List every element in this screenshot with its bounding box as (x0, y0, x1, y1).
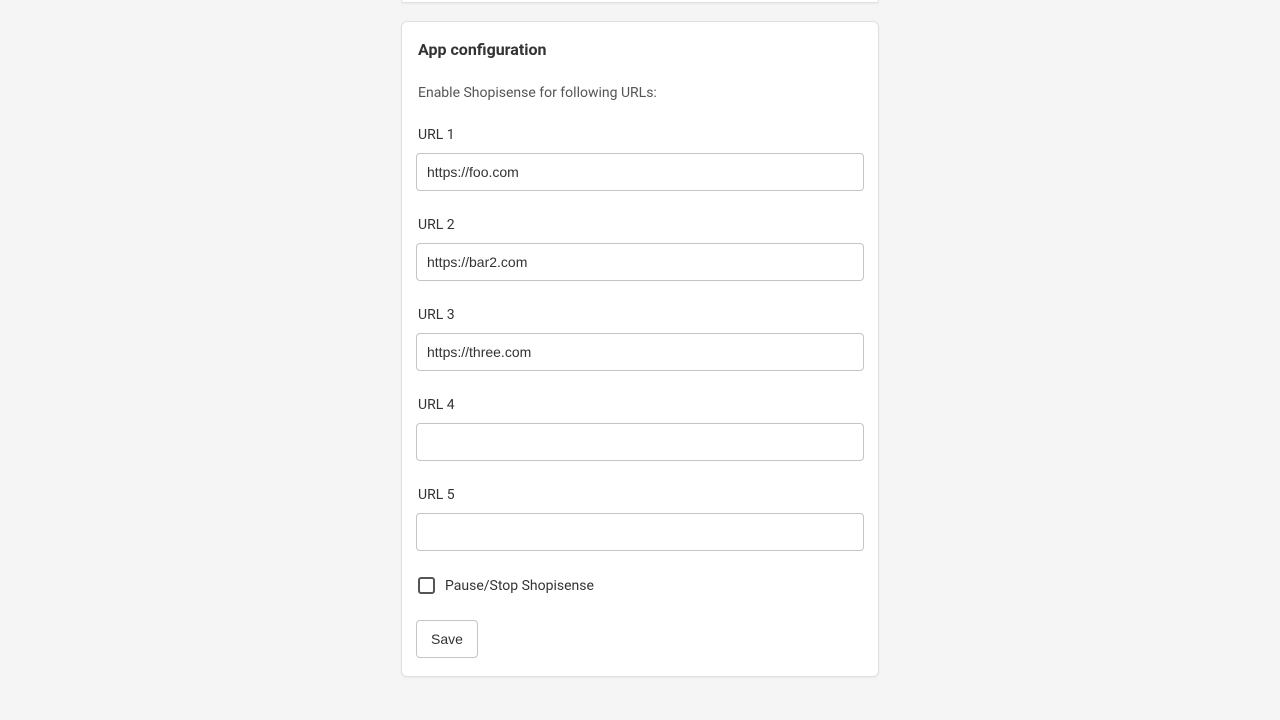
save-button[interactable]: Save (416, 620, 478, 658)
url-2-input[interactable] (416, 243, 864, 281)
pause-checkbox-label: Pause/Stop Shopisense (445, 578, 594, 594)
url-4-input[interactable] (416, 423, 864, 461)
url-field-1: URL 1 (416, 127, 864, 191)
url-field-4: URL 4 (416, 397, 864, 461)
url-field-5: URL 5 (416, 487, 864, 551)
url-1-input[interactable] (416, 153, 864, 191)
app-configuration-card: App configuration Enable Shopisense for … (401, 21, 879, 677)
url-2-label: URL 2 (416, 217, 864, 233)
card-description: Enable Shopisense for following URLs: (416, 85, 864, 101)
previous-card-bottom (401, 0, 879, 3)
url-1-label: URL 1 (416, 127, 864, 143)
url-5-label: URL 5 (416, 487, 864, 503)
url-3-input[interactable] (416, 333, 864, 371)
url-3-label: URL 3 (416, 307, 864, 323)
url-field-2: URL 2 (416, 217, 864, 281)
url-5-input[interactable] (416, 513, 864, 551)
card-title: App configuration (416, 40, 864, 59)
url-4-label: URL 4 (416, 397, 864, 413)
url-field-3: URL 3 (416, 307, 864, 371)
pause-checkbox-row: Pause/Stop Shopisense (416, 577, 864, 594)
pause-checkbox[interactable] (418, 577, 435, 594)
